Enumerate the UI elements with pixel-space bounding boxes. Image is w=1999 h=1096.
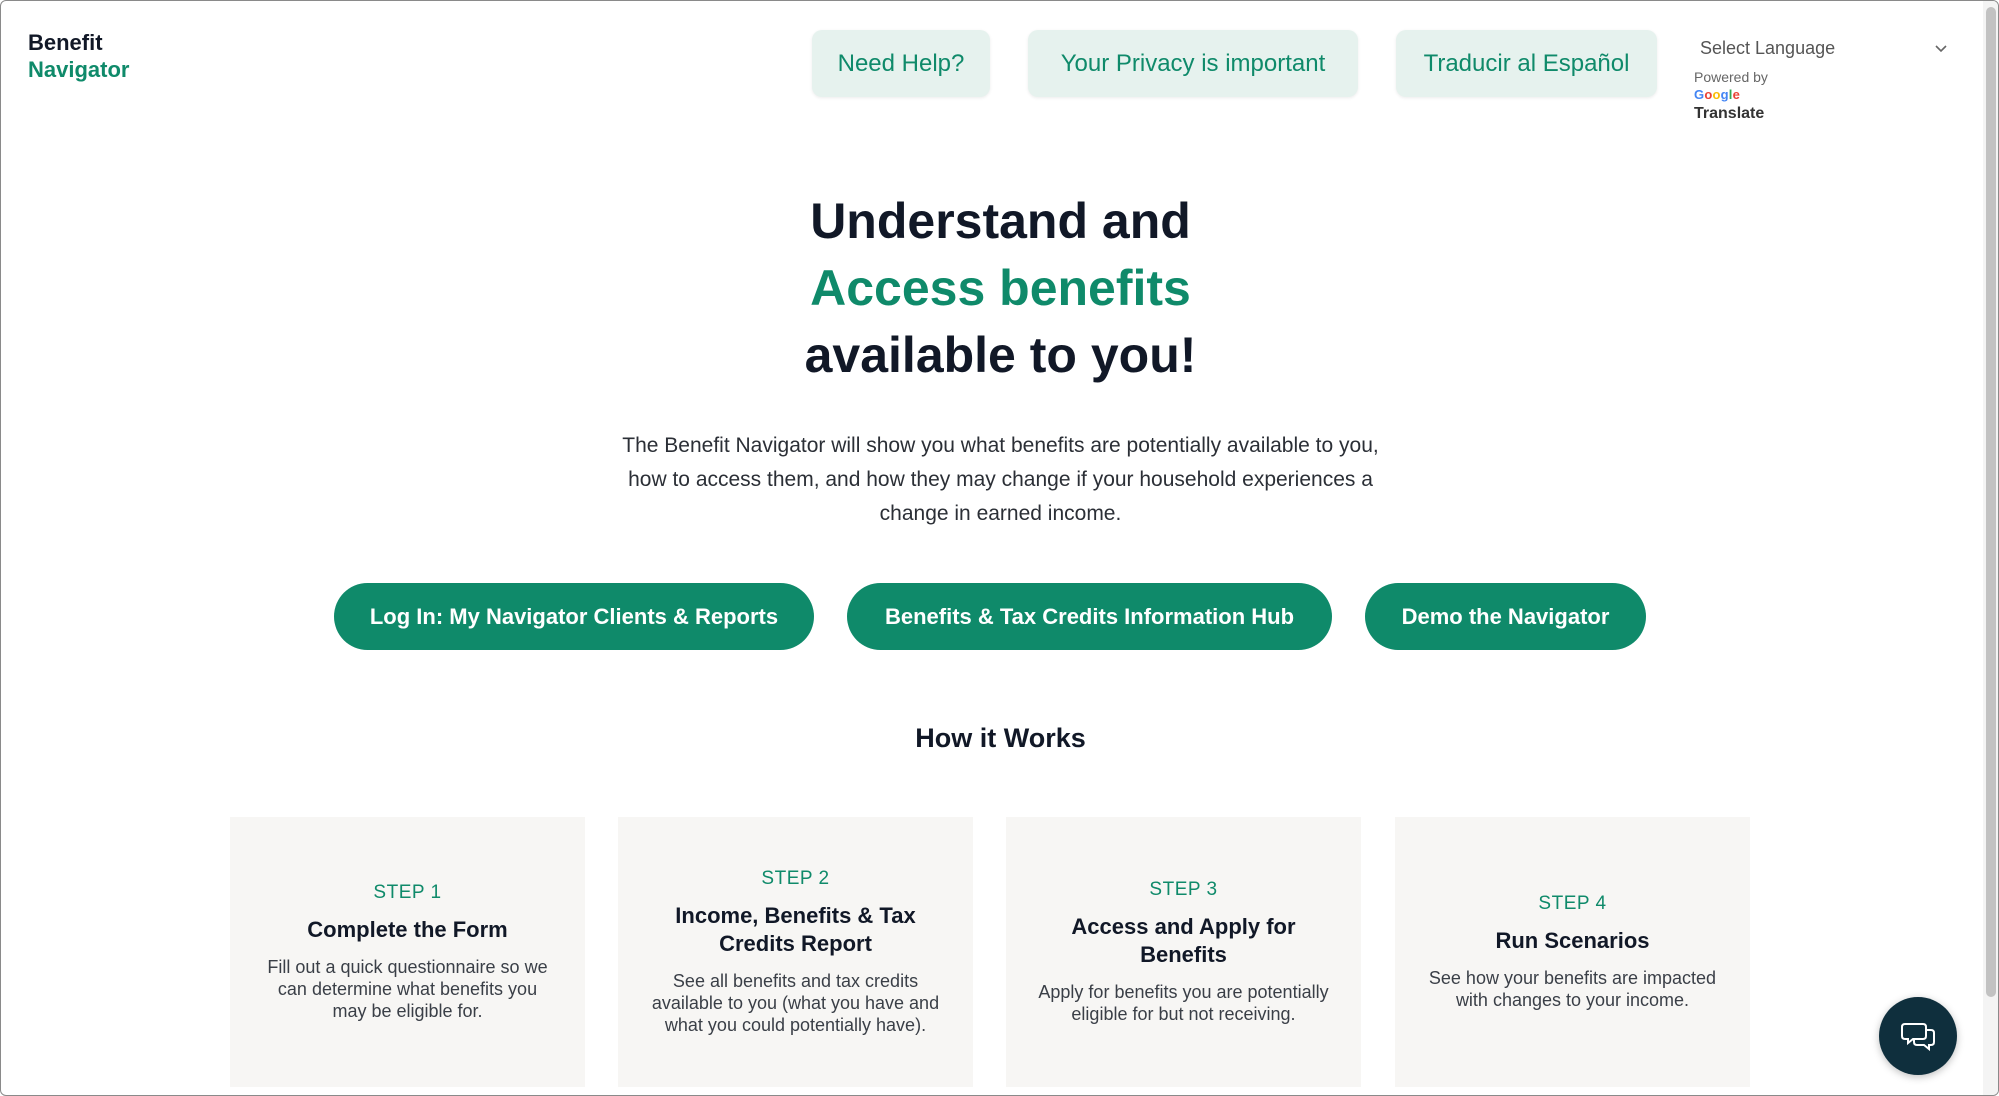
step-description: Fill out a quick questionnaire so we can… [267, 957, 548, 1021]
step-number: STEP 1 [373, 882, 442, 903]
hero-title-line1: Understand and [810, 193, 1191, 249]
step-card-2: STEP 2 Income, Benefits & Tax Credits Re… [618, 817, 973, 1087]
logo-line-navigator: Navigator [28, 57, 130, 82]
translate-spanish-button[interactable]: Traducir al Español [1396, 30, 1657, 97]
step-number: STEP 3 [1149, 879, 1218, 900]
privacy-button[interactable]: Your Privacy is important [1028, 30, 1358, 97]
info-hub-button[interactable]: Benefits & Tax Credits Information Hub [847, 583, 1332, 650]
step-description: See all benefits and tax credits availab… [651, 971, 940, 1035]
step-description: Apply for benefits you are potentially e… [1038, 982, 1329, 1024]
hero-section: Understand and Access benefits available… [1, 188, 1998, 531]
login-button[interactable]: Log In: My Navigator Clients & Reports [334, 583, 814, 650]
scrollbar-thumb[interactable] [1986, 7, 1996, 997]
how-it-works-heading: How it Works [915, 723, 1086, 753]
site-logo[interactable]: Benefit Navigator [28, 29, 129, 83]
step-number: STEP 4 [1538, 893, 1607, 914]
hero-title-accent: Access benefits [810, 260, 1191, 316]
step-title: Access and Apply for Benefits [1071, 914, 1296, 967]
step-title: Income, Benefits & Tax Credits Report [675, 903, 916, 956]
language-select-value: Select Language [1700, 37, 1836, 58]
step-description: See how your benefits are impacted with … [1428, 968, 1717, 1010]
language-select[interactable]: Select Language [1694, 31, 1954, 65]
need-help-button[interactable]: Need Help? [812, 30, 990, 97]
step-card-3: STEP 3 Access and Apply for Benefits App… [1006, 817, 1361, 1087]
hero-title-line3: available to you! [804, 327, 1197, 383]
logo-line-benefit: Benefit [28, 30, 103, 55]
chevron-down-icon [1935, 45, 1947, 53]
step-card-1: STEP 1 Complete the Form Fill out a quic… [230, 817, 585, 1087]
demo-button[interactable]: Demo the Navigator [1365, 583, 1646, 650]
hero-title: Understand and Access benefits available… [1, 188, 1998, 389]
step-card-4: STEP 4 Run Scenarios See how your benefi… [1395, 817, 1750, 1087]
step-number: STEP 2 [761, 868, 830, 889]
translate-link[interactable]: Translate [1694, 105, 1954, 123]
language-selector: Select Language Powered by Google Transl… [1694, 31, 1954, 123]
step-title: Run Scenarios [1495, 928, 1650, 953]
chat-button[interactable] [1879, 997, 1957, 1075]
chat-bubble-icon [1901, 1023, 1935, 1052]
google-logo: Google [1694, 87, 1741, 102]
powered-by-label: Powered by [1694, 69, 1768, 85]
hero-description: The Benefit Navigator will show you what… [622, 434, 1379, 525]
browser-frame: Benefit Navigator Need Help? Your Privac… [0, 0, 1999, 1096]
page-scrollbar[interactable] [1983, 1, 1998, 1095]
step-title: Complete the Form [307, 917, 508, 942]
